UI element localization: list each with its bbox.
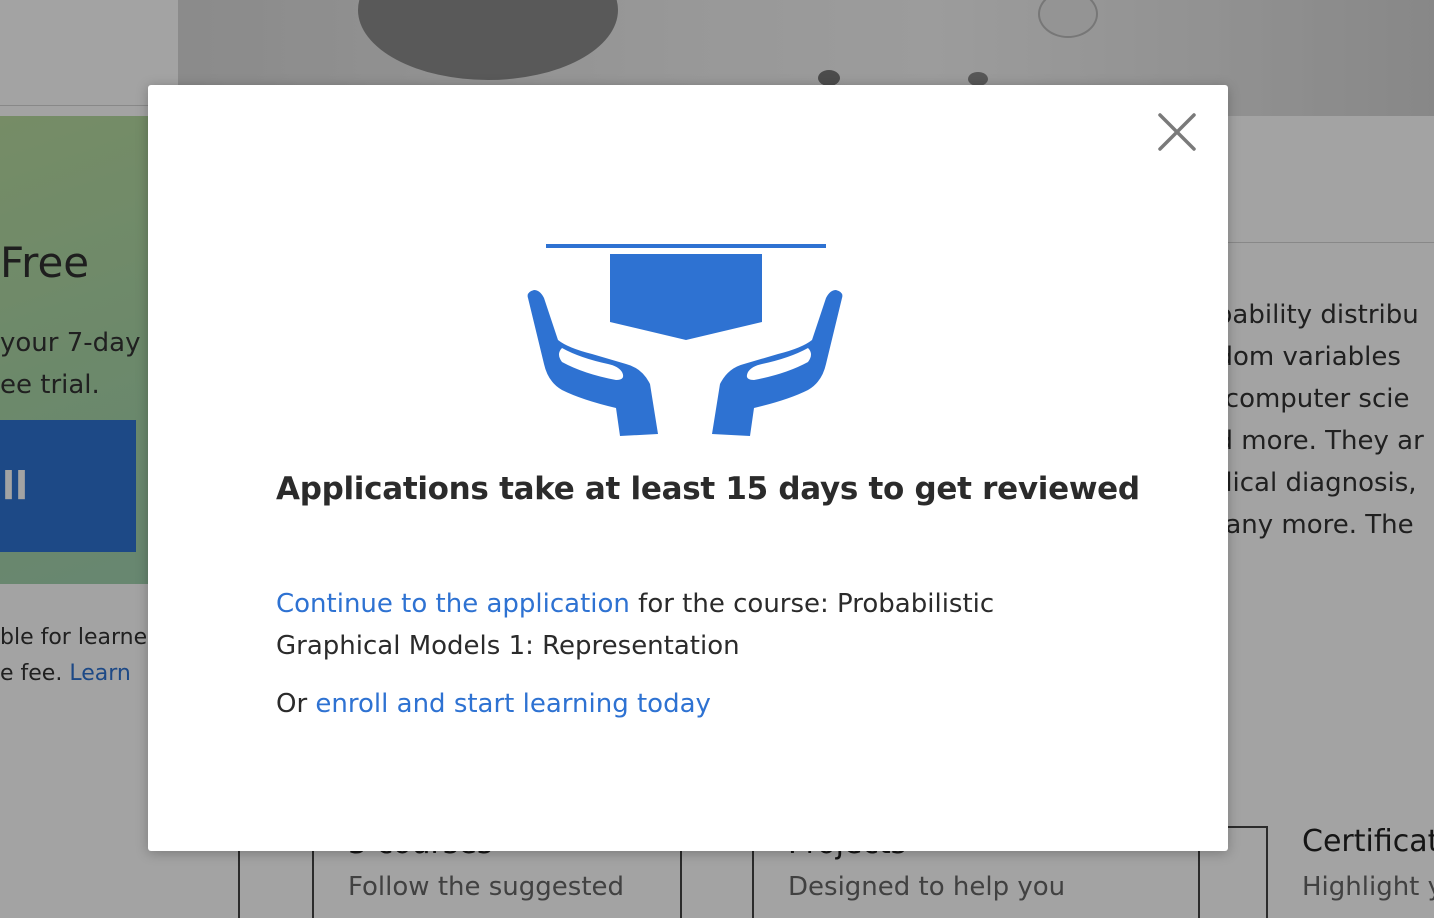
or-text: Or — [276, 689, 316, 719]
graduation-cap-hands-icon — [527, 244, 843, 436]
enroll-paragraph: Or enroll and start learning today — [276, 683, 1056, 725]
modal-heading: Applications take at least 15 days to ge… — [276, 471, 1140, 507]
application-paragraph: Continue to the application for the cour… — [276, 583, 1056, 667]
application-review-modal: Applications take at least 15 days to ge… — [148, 85, 1228, 851]
enroll-link[interactable]: enroll and start learning today — [315, 689, 710, 719]
modal-body: Continue to the application for the cour… — [276, 583, 1056, 725]
continue-application-link[interactable]: Continue to the application — [276, 589, 630, 619]
close-icon[interactable] — [1154, 109, 1200, 155]
